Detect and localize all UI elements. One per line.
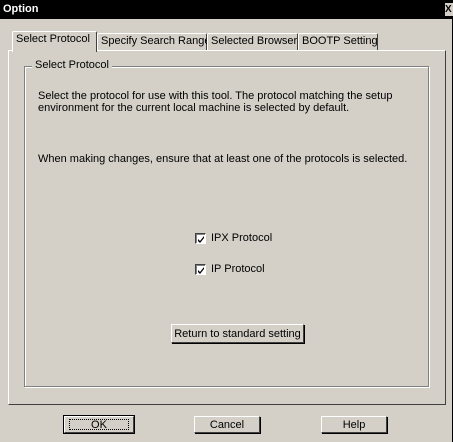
focus-rect (69, 419, 129, 430)
description-line-1: Select the protocol for use with this to… (38, 90, 393, 102)
tab-label: Select Protocol (16, 33, 90, 45)
help-button[interactable]: Help (321, 416, 387, 433)
tab-select-protocol[interactable]: Select Protocol (12, 31, 97, 52)
description-line-2: environment for the current local machin… (38, 102, 350, 114)
return-to-standard-button[interactable]: Return to standard setting (171, 324, 304, 343)
ip-protocol-checkbox[interactable] (195, 263, 206, 275)
option-dialog: Option X Select Protocol Specify Search … (0, 0, 453, 442)
window-title: Option (3, 3, 39, 15)
tab-label: Specify Search Range (101, 35, 211, 47)
tab-specify-search-range[interactable]: Specify Search Range (97, 33, 211, 50)
selection-note: When making changes, ensure that at leas… (38, 153, 408, 165)
ip-protocol-option[interactable]: IP Protocol (195, 263, 265, 275)
checkmark-icon (198, 266, 204, 274)
title-bar[interactable]: Option X (0, 0, 453, 19)
tab-label: BOOTP Setting (302, 35, 378, 47)
ip-protocol-label[interactable]: IP Protocol (211, 263, 265, 275)
groupbox-legend: Select Protocol (32, 59, 112, 72)
close-icon[interactable]: X (445, 3, 453, 16)
ipx-protocol-label[interactable]: IPX Protocol (211, 232, 272, 244)
tab-bootp-setting[interactable]: BOOTP Setting (298, 33, 378, 50)
tab-label: Selected Browser (211, 35, 298, 47)
cancel-button[interactable]: Cancel (194, 416, 260, 433)
checkmark-icon (198, 235, 204, 243)
ok-button[interactable]: OK (63, 415, 135, 434)
ipx-protocol-checkbox[interactable] (195, 232, 206, 244)
ipx-protocol-option[interactable]: IPX Protocol (195, 232, 272, 244)
tab-selected-browser[interactable]: Selected Browser (207, 33, 298, 50)
